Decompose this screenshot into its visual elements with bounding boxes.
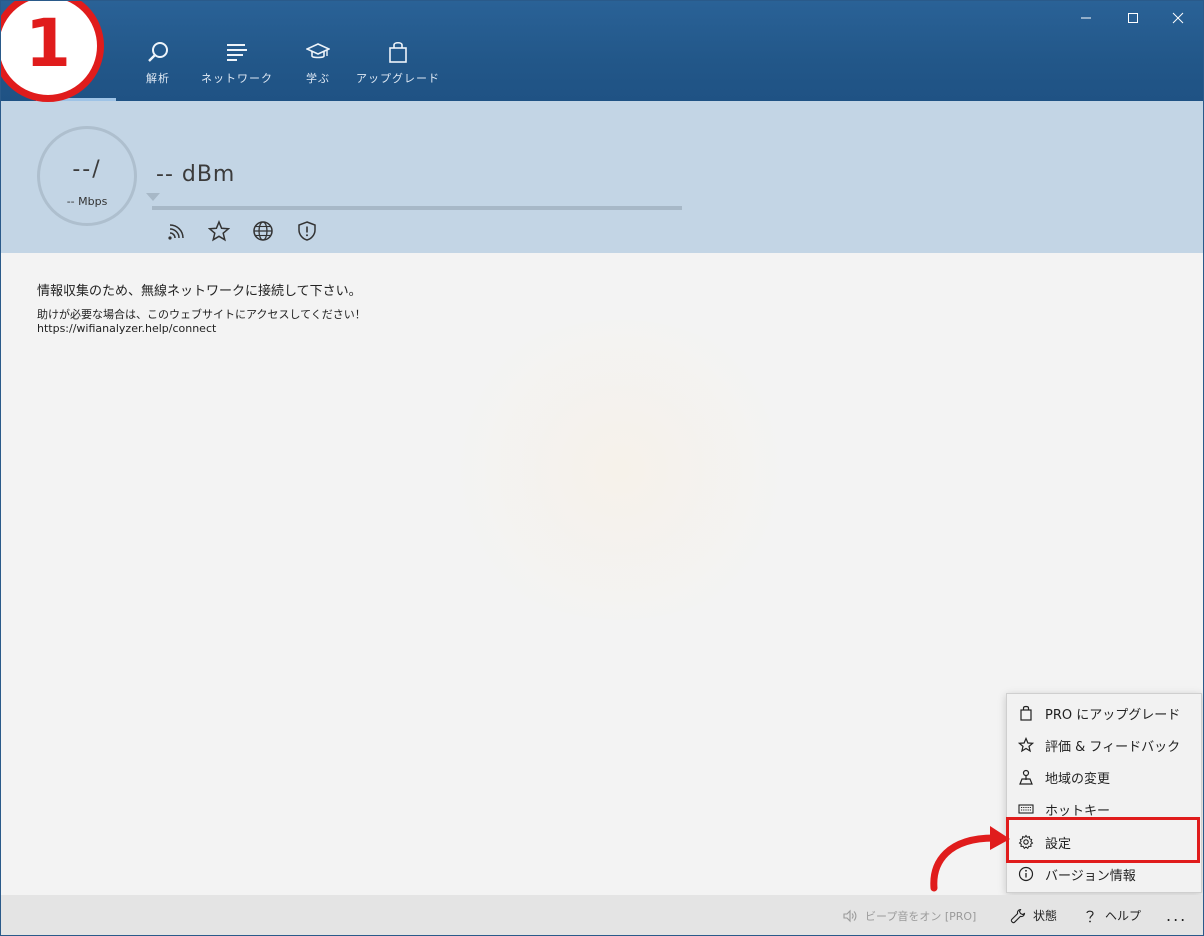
status-button-label: 状態 <box>1033 909 1058 923</box>
more-options-label: ... <box>1166 906 1188 925</box>
help-text: 助けが必要な場合は、このウェブサイトにアクセスしてください！ <box>37 308 366 321</box>
help-button[interactable]: ヘルプ <box>1082 895 1141 936</box>
beep-toggle-label: ビープ音をオン [PRO] <box>865 909 977 923</box>
background-glow <box>440 320 800 620</box>
graduation-cap-icon <box>306 43 330 59</box>
shopping-bag-icon <box>389 41 407 63</box>
title-bar: 解析 ネットワーク 学ぶ アップグレード <box>0 0 1204 101</box>
tab-learn-label: 学ぶ <box>306 72 330 85</box>
settings-highlight-box <box>1006 817 1200 863</box>
menu-item-change-region[interactable]: 地域の変更 <box>1007 761 1201 793</box>
speed-value: --/ <box>72 157 102 182</box>
map-pin-icon <box>1018 769 1034 785</box>
keyboard-icon <box>1018 801 1034 817</box>
maximize-button[interactable] <box>1113 6 1153 30</box>
step-number: 1 <box>25 5 71 82</box>
tab-network[interactable]: ネットワーク <box>196 40 278 96</box>
menu-item-label: 評価 & フィードバック <box>1045 739 1181 755</box>
signal-strength: -- dBm <box>156 162 236 187</box>
shield-alert-icon <box>298 221 316 241</box>
speed-unit: -- Mbps <box>66 195 108 208</box>
menu-item-rate-feedback[interactable]: 評価 & フィードバック <box>1007 729 1201 761</box>
lines-icon <box>227 44 247 61</box>
wifi-signal-button[interactable] <box>166 220 188 242</box>
menu-item-label: バージョン情報 <box>1045 868 1136 884</box>
bottom-app-bar: ビープ音をオン [PRO] 状態 ヘルプ ... <box>0 895 1204 936</box>
close-button[interactable] <box>1158 6 1198 30</box>
minimize-icon <box>1081 17 1091 19</box>
more-options-button[interactable]: ... <box>1166 895 1187 936</box>
security-button[interactable] <box>296 220 318 242</box>
shopping-bag-icon <box>1018 705 1034 721</box>
tab-network-label: ネットワーク <box>201 72 273 85</box>
close-icon <box>1172 12 1184 24</box>
star-icon <box>1017 736 1035 753</box>
connect-message: 情報収集のため、無線ネットワークに接続して下さい。 <box>37 284 362 299</box>
speed-gauge: --/ -- Mbps <box>37 126 137 226</box>
menu-item-label: 地域の変更 <box>1045 771 1111 787</box>
internet-button[interactable] <box>252 220 274 242</box>
favorite-button[interactable] <box>207 220 231 242</box>
info-icon <box>1018 866 1034 882</box>
beep-toggle-button[interactable]: ビープ音をオン [PRO] <box>842 895 976 936</box>
menu-item-label: PRO にアップグレード <box>1045 707 1181 723</box>
speaker-icon <box>843 909 857 922</box>
tab-upgrade-label: アップグレード <box>356 72 440 85</box>
question-mark-icon <box>1086 910 1094 922</box>
status-button[interactable]: 状態 <box>1010 895 1057 936</box>
star-icon <box>207 220 231 242</box>
globe-icon <box>253 221 273 241</box>
signal-meter <box>152 206 682 210</box>
more-options-menu: PRO にアップグレード 評価 & フィードバック 地域の変更 ホットキー 設定… <box>1006 693 1202 893</box>
menu-item-label: ホットキー <box>1045 803 1111 819</box>
tab-upgrade[interactable]: アップグレード <box>352 40 444 96</box>
pointer-arrow-icon <box>930 826 1010 892</box>
tab-analyze-label: 解析 <box>146 72 170 85</box>
magnifier-icon <box>148 42 168 62</box>
wrench-icon <box>1010 908 1026 923</box>
tab-analyze[interactable]: 解析 <box>136 40 180 96</box>
help-button-label: ヘルプ <box>1105 909 1142 923</box>
maximize-icon <box>1128 13 1138 23</box>
wifi-signal-icon <box>168 224 184 240</box>
tab-learn[interactable]: 学ぶ <box>296 40 340 96</box>
menu-item-upgrade-pro[interactable]: PRO にアップグレード <box>1007 697 1201 729</box>
help-link[interactable]: https://wifianalyzer.help/connect <box>37 322 216 335</box>
minimize-button[interactable] <box>1066 6 1106 30</box>
meter-pointer <box>146 193 160 201</box>
